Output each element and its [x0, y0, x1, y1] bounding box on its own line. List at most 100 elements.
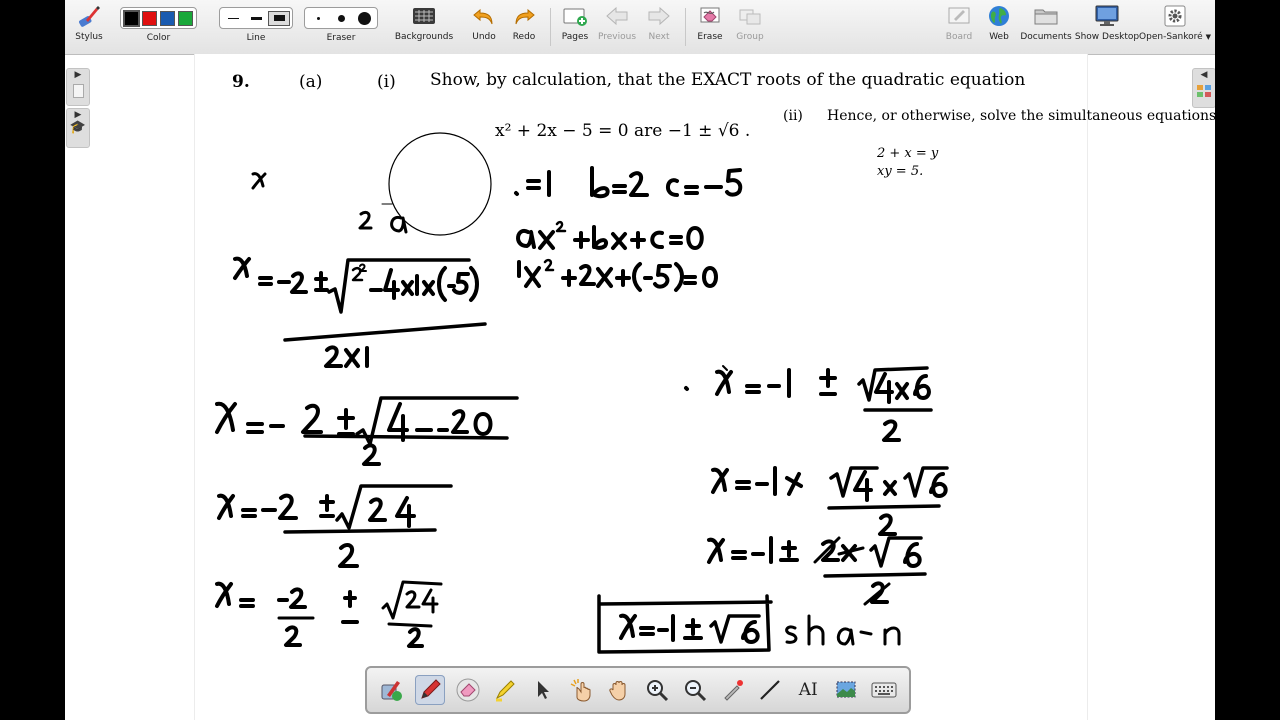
web-label: Web — [989, 32, 1009, 42]
line-thin[interactable] — [223, 12, 243, 25]
color-swatch-black[interactable] — [123, 9, 140, 27]
pages-button[interactable]: Pages — [557, 4, 593, 50]
hand-pan-button[interactable] — [604, 675, 634, 705]
pen-tools-icon — [381, 681, 402, 701]
left-panel-tab-library[interactable]: ▶ 🎓 — [66, 108, 90, 148]
library-icon — [1197, 85, 1211, 97]
previous-button[interactable]: Previous — [597, 4, 637, 50]
color-swatch-red[interactable] — [142, 10, 157, 26]
erase-board-icon — [697, 4, 723, 28]
arrow-right-icon — [646, 4, 672, 28]
hand-icon — [609, 681, 626, 701]
highlighter-icon — [496, 680, 516, 702]
stylus-palette: AI — [365, 666, 911, 714]
color-label: Color — [146, 33, 171, 43]
next-button[interactable]: Next — [641, 4, 677, 50]
pointing-hand-icon — [570, 679, 591, 702]
board-label: Board — [945, 32, 973, 42]
sankore-window: Stylus Color Line Eraser Backgrounds Und… — [65, 0, 1215, 720]
text-tool-icon: AI — [798, 680, 818, 700]
show-desktop-label: Show Desktop — [1074, 32, 1140, 42]
documents-button[interactable]: Documents — [1020, 4, 1072, 50]
eraser-label: Eraser — [326, 33, 356, 43]
redo-button[interactable]: Redo — [508, 4, 540, 50]
line-tool-icon — [760, 680, 781, 700]
graduation-cap-icon: 🎓 — [69, 120, 87, 135]
eraser-tool-button[interactable] — [453, 675, 483, 705]
undo-button[interactable]: Undo — [468, 4, 500, 50]
color-swatch-blue[interactable] — [160, 10, 175, 26]
next-label: Next — [648, 32, 670, 42]
page-thumbnail-icon — [72, 84, 84, 98]
laser-pointer-icon — [723, 680, 743, 701]
line-group: Line — [219, 4, 293, 50]
keyboard-icon — [871, 682, 897, 698]
right-panel-tab[interactable]: ◀ — [1192, 68, 1215, 108]
globe-icon — [986, 4, 1012, 28]
stylus-button[interactable]: Stylus — [71, 4, 107, 50]
color-swatch-green[interactable] — [178, 10, 193, 26]
line-medium[interactable] — [246, 12, 266, 25]
previous-label: Previous — [597, 32, 637, 42]
interact-button[interactable] — [566, 675, 596, 705]
stylus-label: Stylus — [75, 32, 103, 42]
capture-icon — [836, 681, 856, 698]
pages-label: Pages — [561, 32, 589, 42]
erase-button[interactable]: Erase — [693, 4, 727, 50]
eraser-medium[interactable] — [331, 12, 351, 25]
zoom-in-icon — [646, 680, 668, 702]
web-button[interactable]: Web — [983, 4, 1015, 50]
pen-button[interactable] — [414, 675, 445, 705]
arrow-left-icon — [604, 4, 630, 28]
eraser-size-palette — [304, 7, 378, 29]
select-button[interactable] — [528, 675, 558, 705]
undo-icon — [471, 4, 497, 28]
open-sankore-menu[interactable]: Open-Sankoré ▼ — [1139, 4, 1211, 50]
arrow-left-icon: ◀ — [1200, 70, 1208, 80]
left-panel-tab-pages[interactable]: ▶ — [66, 68, 90, 106]
color-group: Color — [111, 4, 206, 50]
eraser-group: Eraser — [304, 4, 378, 50]
group-icon — [737, 4, 763, 28]
folder-icon — [1033, 4, 1059, 28]
eraser-small[interactable] — [308, 12, 328, 25]
handwriting-ink-layer — [215, 132, 949, 654]
monitor-icon — [1094, 4, 1120, 28]
documents-label: Documents — [1020, 32, 1072, 42]
gear-icon — [1162, 4, 1188, 28]
pen-tools-button[interactable] — [377, 675, 407, 705]
capture-button[interactable] — [831, 675, 861, 705]
line-thick[interactable] — [268, 10, 290, 26]
group-label: Group — [736, 32, 764, 42]
eraser-large[interactable] — [354, 11, 374, 25]
top-toolbar: Stylus Color Line Eraser Backgrounds Und… — [65, 0, 1215, 55]
zoom-out-icon — [684, 680, 706, 702]
zoom-in-button[interactable] — [642, 675, 672, 705]
board-button[interactable]: Board — [941, 4, 977, 50]
toolbar-separator — [550, 8, 551, 46]
zoom-out-button[interactable] — [680, 675, 710, 705]
pen-icon — [420, 679, 441, 699]
document-page[interactable]: 9. (a) (i) Show, by calculation, that th… — [195, 54, 1215, 720]
virtual-keyboard-button[interactable] — [869, 675, 899, 705]
line-tool-button[interactable] — [755, 675, 785, 705]
laser-pointer-button[interactable] — [718, 675, 748, 705]
backgrounds-label: Backgrounds — [394, 32, 454, 42]
text-tool-button[interactable]: AI — [793, 675, 823, 705]
redo-icon — [511, 4, 537, 28]
backgrounds-button[interactable]: Backgrounds — [394, 4, 454, 50]
undo-label: Undo — [472, 32, 496, 42]
redo-label: Redo — [512, 32, 536, 42]
open-sankore-label: Open-Sankoré ▼ — [1139, 32, 1211, 42]
add-page-icon — [562, 4, 588, 28]
erase-label: Erase — [697, 32, 723, 42]
highlighter-button[interactable] — [490, 675, 520, 705]
backgrounds-icon — [411, 4, 437, 28]
line-width-palette — [219, 7, 293, 29]
show-desktop-button[interactable]: Show Desktop — [1074, 4, 1140, 50]
group-button[interactable]: Group — [733, 4, 767, 50]
arrow-right-icon: ▶ — [74, 70, 82, 80]
stylus-icon — [76, 4, 102, 28]
toolbar-separator — [685, 8, 686, 46]
color-palette — [120, 7, 197, 29]
